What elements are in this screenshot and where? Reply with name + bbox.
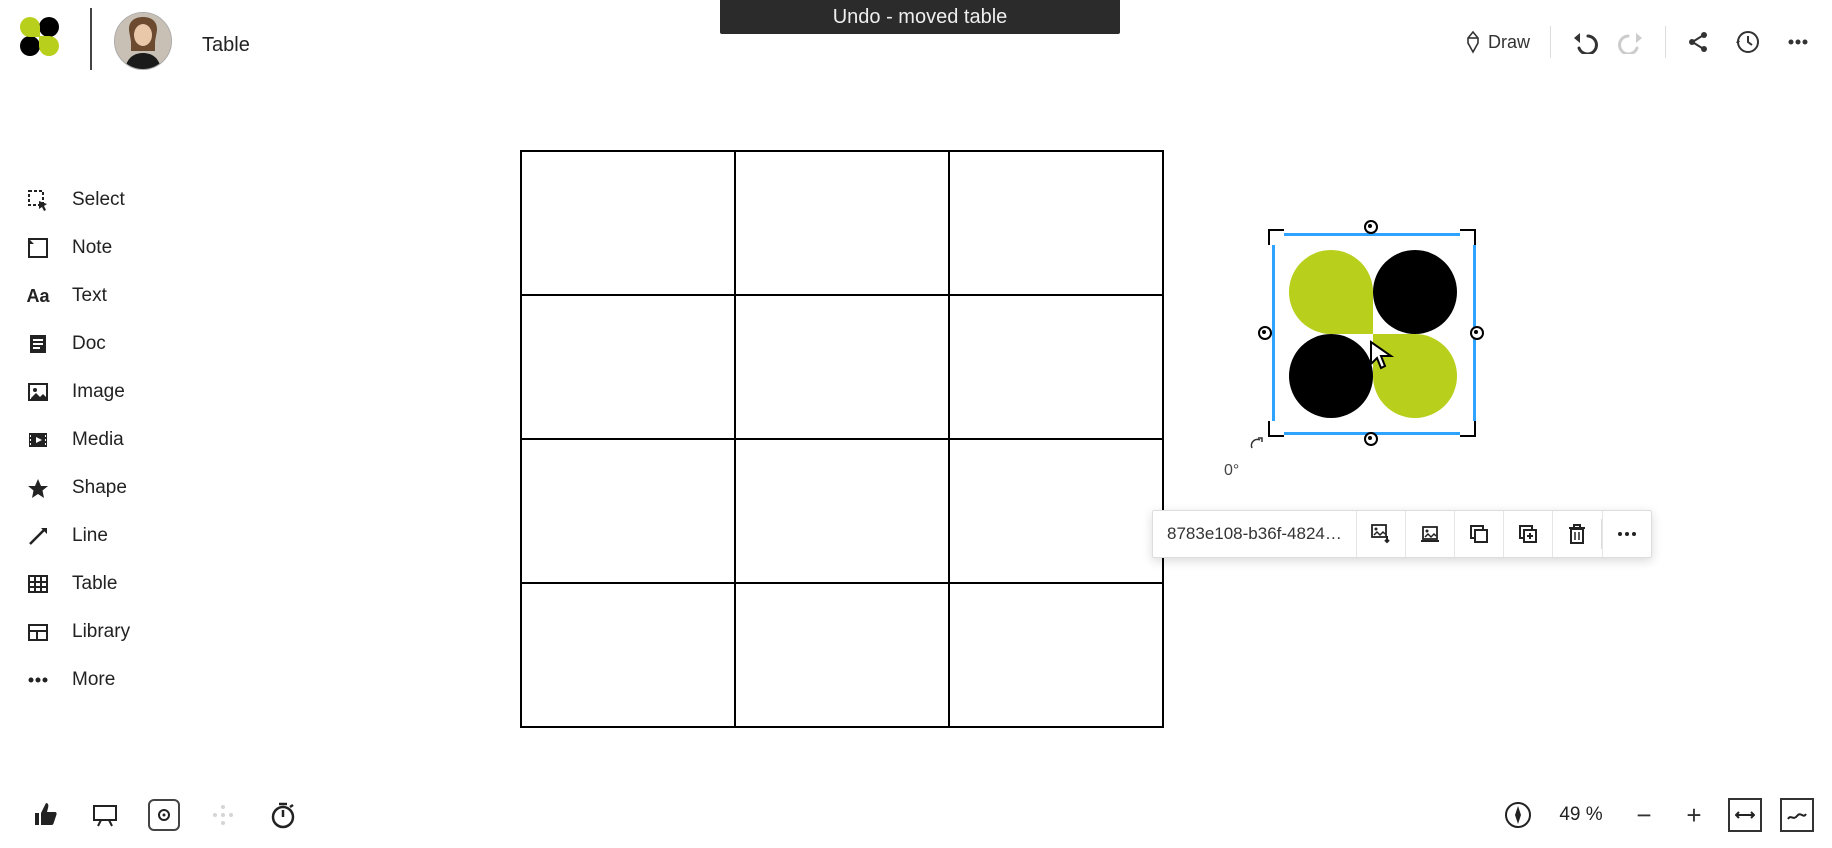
draw-label: Draw <box>1488 32 1530 53</box>
separator <box>1550 26 1551 58</box>
redo-button[interactable] <box>1611 20 1655 64</box>
undo-toast: Undo - moved table <box>720 0 1120 34</box>
timer-button[interactable] <box>266 798 300 832</box>
canvas-table[interactable] <box>520 150 1164 728</box>
page-title[interactable]: Table <box>202 34 250 57</box>
like-button[interactable] <box>28 798 62 832</box>
resize-handle-tr[interactable] <box>1460 229 1476 245</box>
selected-image[interactable] <box>1272 233 1476 435</box>
rotate-handle[interactable] <box>1250 436 1264 450</box>
draw-button[interactable]: Draw <box>1454 20 1540 64</box>
minimap-button[interactable] <box>1780 798 1814 832</box>
cursor-icon <box>1369 340 1395 370</box>
resize-handle-right[interactable] <box>1470 326 1484 340</box>
frame-button[interactable] <box>148 799 180 831</box>
separator <box>1665 26 1666 58</box>
crop-image-button[interactable] <box>1405 511 1454 557</box>
zoom-in-button[interactable]: + <box>1678 799 1710 831</box>
header-divider <box>90 8 92 70</box>
resize-handle-br[interactable] <box>1460 421 1476 437</box>
resize-handle-top[interactable] <box>1364 220 1378 234</box>
toast-text: Undo - moved table <box>833 6 1008 29</box>
rotation-label: 0° <box>1224 462 1239 480</box>
share-button[interactable] <box>1676 20 1720 64</box>
undo-button[interactable] <box>1561 20 1605 64</box>
copy-button[interactable] <box>1454 511 1503 557</box>
resize-handle-left[interactable] <box>1258 326 1272 340</box>
grid-dots-button[interactable] <box>206 798 240 832</box>
selection-filename[interactable]: 8783e108-b36f-4824… <box>1153 524 1356 544</box>
duplicate-button[interactable] <box>1503 511 1552 557</box>
delete-button[interactable] <box>1552 511 1601 557</box>
app-logo[interactable] <box>18 15 62 59</box>
history-button[interactable] <box>1726 20 1770 64</box>
compass-button[interactable] <box>1502 799 1534 831</box>
resize-handle-tl[interactable] <box>1268 229 1284 245</box>
avatar[interactable] <box>114 12 172 70</box>
zoom-out-button[interactable]: − <box>1628 799 1660 831</box>
zoom-percent[interactable]: 49 % <box>1552 804 1610 826</box>
canvas[interactable]: 0° 8783e108-b36f-4824… <box>0 80 1832 788</box>
context-more-button[interactable] <box>1602 511 1651 557</box>
fit-width-button[interactable] <box>1728 798 1762 832</box>
more-menu-button[interactable] <box>1776 20 1820 64</box>
download-image-button[interactable] <box>1356 511 1405 557</box>
selection-context-toolbar: 8783e108-b36f-4824… <box>1152 510 1652 558</box>
present-button[interactable] <box>88 798 122 832</box>
resize-handle-bl[interactable] <box>1268 421 1284 437</box>
resize-handle-bottom[interactable] <box>1364 432 1378 446</box>
